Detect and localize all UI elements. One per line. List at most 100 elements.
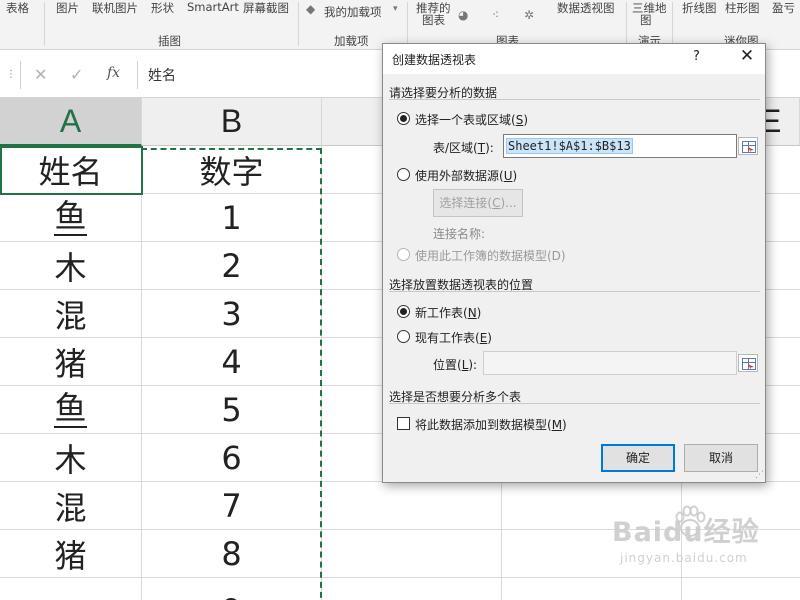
access-key: T (477, 141, 486, 155)
ribbon-winloss-sparkline-button[interactable]: 盈亏 (772, 0, 795, 16)
radio-existing-worksheet-label[interactable]: 现有工作表(E) (415, 329, 492, 346)
radio-external-source[interactable] (397, 168, 410, 181)
formula-input[interactable]: 姓名 (148, 65, 176, 85)
ribbon-charts-label: 图表 (422, 13, 445, 27)
radio-external-source-label[interactable]: 使用外部数据源(U) (415, 167, 517, 184)
scatter-chart-icon[interactable]: ⁖ (492, 8, 499, 22)
cell-b9[interactable]: 8 (142, 530, 322, 578)
ribbon-3d-map-label-2: 图 (640, 13, 652, 27)
cell-b10[interactable]: 9 (142, 578, 322, 600)
cell-b4[interactable]: 3 (142, 290, 322, 338)
cancel-button[interactable]: 取消 (684, 444, 758, 472)
cell-a5[interactable]: 猪 (0, 338, 142, 386)
formula-bar-separator (137, 61, 138, 89)
resize-grip-icon[interactable]: ⋰ (755, 470, 764, 480)
radio-new-worksheet-label[interactable]: 新工作表(N) (415, 304, 481, 321)
cell[interactable] (322, 482, 502, 530)
label-text: 将此数据添加到数据模型( (415, 418, 552, 432)
ribbon-table-button[interactable]: 表格 (6, 0, 29, 16)
ribbon-column-sparkline-button[interactable]: 柱形图 (725, 0, 760, 16)
cell-a10[interactable]: 鱼 (0, 578, 142, 600)
radio-select-range-label[interactable]: 选择一个表或区域(S) (415, 111, 528, 128)
ribbon-separator (407, 2, 408, 46)
cell-b7[interactable]: 6 (142, 434, 322, 482)
cell-b1[interactable]: 数字 (142, 146, 322, 194)
cell[interactable] (322, 530, 502, 578)
excel-window: 表格 图片 联机图片 形状 SmartArt 屏幕截图 插图 ◆ 我的加载项 ▾… (0, 0, 800, 600)
formula-bar-separator (20, 61, 21, 89)
ribbon-line-sparkline-button[interactable]: 折线图 (682, 0, 717, 16)
range-collapse-icon[interactable] (738, 137, 758, 155)
dialog-title: 创建数据透视表 (392, 53, 477, 67)
section-divider (389, 291, 760, 292)
cell[interactable] (322, 578, 502, 600)
radio-existing-worksheet[interactable] (397, 330, 410, 343)
ribbon-pivot-chart-button[interactable]: 数据透视图 (557, 0, 615, 16)
range-input[interactable]: Sheet1!$A$1:$B$13 (503, 134, 737, 158)
label-text: 现有工作表( (415, 331, 480, 345)
pie-chart-icon[interactable]: ◕ (458, 8, 468, 22)
cell-a4[interactable]: 混 (0, 290, 142, 338)
label-text: 选择连接( (439, 196, 493, 210)
section-divider (389, 99, 760, 100)
enter-icon[interactable]: ✓ (70, 65, 83, 84)
cell-b5[interactable]: 4 (142, 338, 322, 386)
table-row: 鱼 9 (0, 578, 800, 600)
cell[interactable] (502, 530, 682, 578)
cell-b8[interactable]: 7 (142, 482, 322, 530)
cell-a8[interactable]: 混 (0, 482, 142, 530)
cell-text: 鱼 (54, 197, 87, 236)
choose-connection-button: 选择连接(C)... (433, 189, 523, 217)
access-key: M (551, 418, 563, 432)
column-header-b[interactable]: B (142, 98, 322, 146)
ribbon-separator (672, 2, 673, 46)
range-label: 表/区域(T): (433, 141, 494, 155)
create-pivot-table-dialog: 创建数据透视表 ? ✕ 请选择要分析的数据 选择一个表或区域(S) 表/区域(T… (382, 43, 766, 483)
cell-a9[interactable]: 猪 (0, 530, 142, 578)
ribbon-shapes-button[interactable]: 形状 (151, 0, 174, 16)
cell[interactable] (502, 578, 682, 600)
ribbon-online-pictures-button[interactable]: 联机图片 (92, 0, 138, 16)
ribbon-separator (626, 2, 627, 46)
cell-a7[interactable]: 木 (0, 434, 142, 482)
cell-b3[interactable]: 2 (142, 242, 322, 290)
radio-data-model (397, 248, 410, 261)
ribbon-screenshot-button[interactable]: 屏幕截图 (243, 0, 289, 16)
cell-a2[interactable]: 鱼 (0, 194, 142, 242)
access-key: N (467, 306, 477, 320)
ok-button[interactable]: 确定 (601, 444, 675, 472)
location-collapse-icon[interactable] (738, 354, 758, 372)
column-header-a[interactable]: A (0, 98, 142, 146)
label-tail: )... (500, 196, 517, 210)
help-icon[interactable]: ? (693, 49, 700, 64)
add-to-data-model-label[interactable]: 将此数据添加到数据模型(M) (415, 416, 567, 433)
ribbon-smartart-button[interactable]: SmartArt (187, 0, 239, 14)
location-input (483, 351, 737, 375)
cell-b6[interactable]: 5 (142, 386, 322, 434)
access-key: U (503, 169, 513, 183)
cell-a1[interactable]: 姓名 (0, 146, 142, 194)
group-label-illustrations: 插图 (158, 34, 181, 48)
cancel-icon[interactable]: ✕ (34, 65, 47, 84)
connection-name-label: 连接名称: (433, 227, 486, 241)
access-key: L (461, 358, 469, 372)
label-text: 选择一个表或区域( (415, 113, 516, 127)
ribbon-separator (44, 2, 45, 46)
cell[interactable] (502, 482, 682, 530)
label-text: 新工作表( (415, 306, 468, 320)
close-icon[interactable]: ✕ (735, 46, 759, 66)
cell-a3[interactable]: 木 (0, 242, 142, 290)
radio-select-range[interactable] (397, 112, 410, 125)
cell-b2[interactable]: 1 (142, 194, 322, 242)
ribbon-my-addins-button[interactable]: 我的加载项 (324, 4, 382, 20)
radio-new-worksheet[interactable] (397, 305, 410, 318)
add-to-data-model-checkbox[interactable] (397, 417, 410, 430)
star-chart-icon[interactable]: ✲ (524, 8, 534, 22)
dialog-title-bar[interactable]: 创建数据透视表 ? ✕ (383, 44, 765, 74)
table-row: 猪 8 (0, 530, 800, 578)
ribbon-pictures-button[interactable]: 图片 (56, 0, 79, 16)
access-key: E (479, 331, 488, 345)
cell-a6[interactable]: 鱼 (0, 386, 142, 434)
insert-function-icon[interactable]: fx (107, 65, 120, 81)
group-label-addins: 加载项 (334, 34, 369, 48)
